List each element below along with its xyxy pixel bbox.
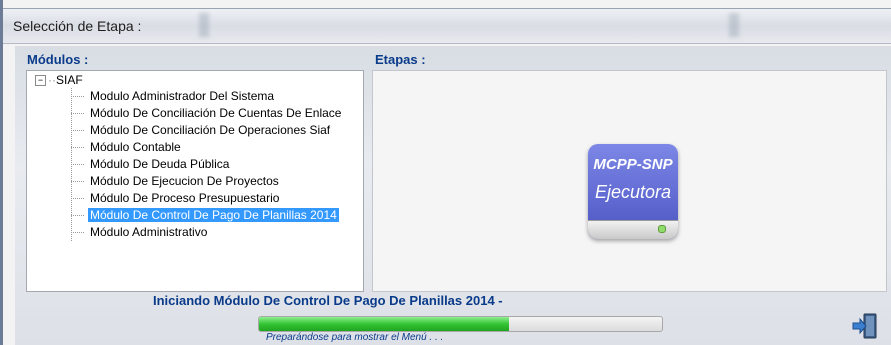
drive-icon[interactable]: MCPP-SNP Ejecutora [588, 144, 678, 239]
exit-icon[interactable] [851, 312, 879, 340]
module-item[interactable]: Módulo De Conciliación De Cuentas De Enl… [71, 106, 343, 122]
tree-root-label: SIAF [56, 73, 83, 87]
window-title: Selección de Etapa : [13, 18, 142, 34]
stages-panel: MCPP-SNP Ejecutora [372, 70, 887, 292]
status-message: Iniciando Módulo De Control De Pago De P… [153, 293, 503, 308]
drive-label-primary: MCPP-SNP [593, 156, 673, 173]
module-item[interactable]: Módulo Administrativo [71, 225, 209, 241]
collapse-icon[interactable]: − [35, 75, 46, 87]
drive-label-secondary: Ejecutora [594, 182, 672, 202]
stage-selection-window: Selección de Etapa : Módulos : Etapas : … [0, 0, 891, 345]
title-bar: Selección de Etapa : [3, 8, 891, 44]
modules-label: Módulos : [27, 52, 89, 67]
module-item[interactable]: Módulo Contable [71, 140, 183, 156]
module-item[interactable]: Módulo De Proceso Presupuestario [71, 191, 281, 207]
drive-base [588, 220, 678, 239]
stages-label: Etapas : [375, 52, 426, 67]
module-item[interactable]: Módulo De Conciliación De Operaciones Si… [71, 123, 332, 139]
module-item-selected[interactable]: Módulo De Control De Pago De Planillas 2… [71, 208, 339, 224]
drive-led-icon [658, 225, 666, 233]
progress-bar [258, 316, 663, 332]
modules-tree[interactable]: − ··SIAF Modulo Administrador Del Sistema… [26, 70, 364, 292]
tree-root-siaf[interactable]: − ··SIAF [35, 73, 83, 87]
progress-subtext: Preparándose para mostrar el Menú . . . [266, 332, 444, 343]
module-item[interactable]: Módulo De Deuda Pública [71, 157, 231, 173]
titlebar-decoration [729, 13, 739, 37]
module-item[interactable]: Modulo Administrador Del Sistema [71, 89, 276, 105]
module-item[interactable]: Módulo De Ejecucion De Proyectos [71, 174, 281, 190]
titlebar-decoration [199, 13, 209, 37]
progress-fill [259, 317, 509, 331]
